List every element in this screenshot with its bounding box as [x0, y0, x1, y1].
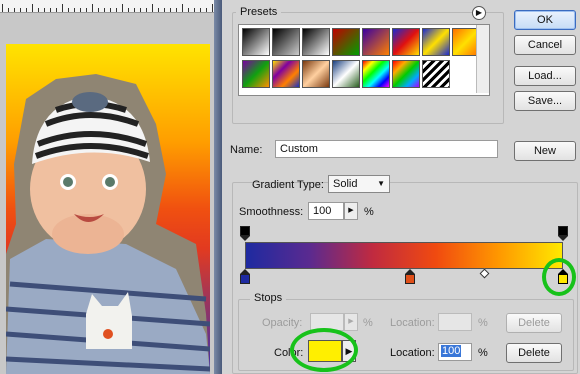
ruler-tick — [14, 8, 15, 12]
ruler-tick — [194, 8, 195, 12]
horizontal-ruler — [0, 0, 214, 13]
name-label: Name: — [230, 144, 263, 156]
preset-swatch-transparent-rainbow[interactable] — [392, 60, 420, 88]
color-location-field[interactable]: 100 — [438, 343, 472, 361]
ruler-tick — [38, 8, 39, 12]
name-field[interactable]: Custom — [275, 140, 498, 158]
highlight-ring-selected-stop — [542, 258, 576, 296]
preset-swatch-blue-red-yellow[interactable] — [392, 28, 420, 56]
ruler-tick — [110, 8, 111, 12]
preset-swatch-foreground-to-transparent[interactable] — [272, 28, 300, 56]
smoothness-label: Smoothness: — [239, 206, 304, 218]
ruler-tick — [164, 8, 165, 12]
ruler-tick — [176, 8, 177, 12]
opacity-location-label: Location: — [390, 317, 435, 329]
image-canvas — [0, 0, 214, 374]
ruler-tick — [50, 8, 51, 12]
presets-list — [238, 24, 490, 96]
gradient-type-value: Solid — [333, 178, 358, 190]
opacity-unit: % — [363, 317, 373, 329]
ruler-tick — [98, 8, 99, 12]
preset-swatch-transparent-stripes[interactable] — [422, 60, 450, 88]
smoothness-field[interactable]: 100 — [308, 202, 344, 220]
preset-swatch-blue-yellow-blue[interactable] — [422, 28, 450, 56]
opacity-stop[interactable] — [558, 226, 568, 241]
highlight-ring-color — [290, 328, 358, 372]
stops-title: Stops — [250, 292, 287, 304]
ruler-tick — [182, 4, 183, 12]
panel-divider — [214, 0, 222, 374]
chevron-down-icon: ▼ — [377, 179, 385, 188]
gradient-editor-dialog: Presets ▶ OK Cancel Load... Save... Name… — [222, 0, 580, 374]
ruler-tick — [68, 8, 69, 12]
ruler-tick — [170, 8, 171, 12]
photo-with-gradient-background — [6, 44, 210, 374]
ruler-tick — [8, 8, 9, 12]
ruler-tick — [134, 8, 135, 12]
preset-swatch-foreground-to-background[interactable] — [242, 28, 270, 56]
ruler-tick — [62, 4, 63, 12]
ruler-tick — [26, 8, 27, 12]
ruler-tick — [122, 4, 123, 12]
new-button[interactable]: New — [514, 141, 576, 161]
ruler-tick — [200, 8, 201, 12]
ruler-tick — [74, 8, 75, 12]
presets-title: Presets — [236, 6, 282, 18]
preset-swatch-red-green[interactable] — [332, 28, 360, 56]
circle-arrow-icon[interactable]: ▶ — [472, 6, 486, 20]
opacity-location-field — [438, 313, 472, 331]
gradient-type-label: Gradient Type: — [252, 179, 324, 191]
opacity-label: Opacity: — [262, 317, 303, 329]
load-button[interactable]: Load... — [514, 66, 576, 86]
color-stop[interactable] — [405, 269, 416, 284]
cancel-button[interactable]: Cancel — [514, 35, 576, 55]
ruler-tick — [116, 8, 117, 12]
preset-swatch-black-white[interactable] — [302, 28, 330, 56]
gradient-type-select[interactable]: Solid ▼ — [328, 175, 390, 193]
ruler-tick — [2, 4, 3, 12]
smoothness-unit: % — [364, 206, 374, 218]
preset-swatch-chrome[interactable] — [332, 60, 360, 88]
ruler-tick — [80, 8, 81, 12]
ruler-tick — [146, 8, 147, 12]
ruler-tick — [152, 4, 153, 12]
ruler-tick — [56, 8, 57, 12]
ruler-tick — [140, 8, 141, 12]
ruler-tick — [92, 4, 93, 12]
ruler-tick — [20, 8, 21, 12]
opacity-stop[interactable] — [240, 226, 250, 241]
preset-swatch-yellow-violet-orange-blue[interactable] — [272, 60, 300, 88]
color-delete-button[interactable]: Delete — [506, 343, 562, 363]
ruler-tick — [32, 4, 33, 12]
ruler-tick — [128, 8, 129, 12]
color-location-unit: % — [478, 347, 488, 359]
ruler-tick — [212, 4, 213, 12]
color-stop[interactable] — [240, 269, 250, 284]
color-location-label: Location: — [390, 347, 435, 359]
preset-swatch-violet-green-orange[interactable] — [242, 60, 270, 88]
preset-swatch-spectrum[interactable] — [362, 60, 390, 88]
gradient-bar-area — [240, 226, 570, 286]
opacity-delete-button: Delete — [506, 313, 562, 333]
ruler-tick — [86, 8, 87, 12]
preset-swatch-copper[interactable] — [302, 60, 330, 88]
ruler-tick — [188, 8, 189, 12]
ok-button[interactable]: OK — [514, 10, 576, 30]
gradient-bar[interactable] — [245, 242, 563, 269]
save-button[interactable]: Save... — [514, 91, 576, 111]
ruler-tick — [104, 8, 105, 12]
ruler-tick — [206, 8, 207, 12]
opacity-location-unit: % — [478, 317, 488, 329]
smoothness-dropdown-arrow-icon[interactable]: ▶ — [344, 202, 358, 220]
preset-swatch-violet-orange[interactable] — [362, 28, 390, 56]
ruler-tick — [44, 8, 45, 12]
ruler-tick — [158, 8, 159, 12]
color-midpoint-diamond[interactable] — [479, 268, 489, 279]
presets-scrollbar[interactable] — [476, 25, 489, 93]
opacity-dropdown-arrow-icon: ▶ — [344, 313, 358, 331]
color-location-value: 100 — [441, 345, 462, 357]
